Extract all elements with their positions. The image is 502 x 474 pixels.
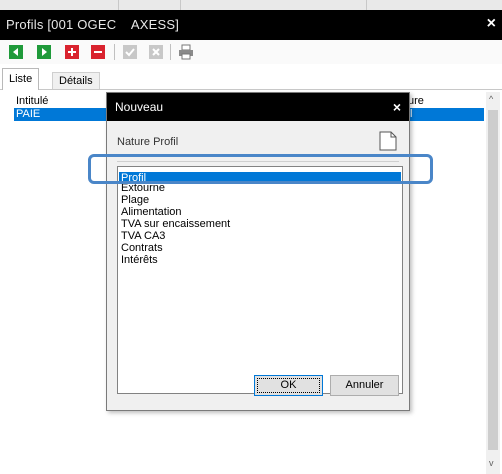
scroll-up-icon[interactable]: ^ [489, 94, 493, 104]
strip-separator [118, 0, 119, 10]
tab-bar: Liste Détails [0, 68, 502, 90]
tab-liste[interactable]: Liste [2, 68, 40, 90]
list-item-alimentation[interactable]: Alimentation [119, 206, 401, 218]
toolbar-separator [170, 44, 171, 60]
ok-label: OK [280, 379, 297, 391]
dialog-title-bar: Nouveau × [107, 93, 409, 121]
list-item-plage[interactable]: Plage [119, 194, 401, 206]
add-icon[interactable] [64, 44, 80, 60]
cancel-icon[interactable] [148, 44, 164, 60]
new-profile-dialog: Nouveau × Nature Profil Profil Extourne … [106, 92, 410, 411]
cancel-label: Annuler [345, 379, 384, 391]
toolbar [0, 40, 502, 64]
print-icon[interactable] [178, 44, 194, 60]
list-item-tva-encaissement[interactable]: TVA sur encaissement [119, 218, 401, 230]
window-close-button[interactable]: × [487, 15, 496, 33]
dialog-close-button[interactable]: × [393, 99, 401, 115]
cancel-button[interactable]: Annuler [330, 375, 399, 396]
window-title-bar: Profils [001 OGEC AXESS] × [0, 10, 502, 40]
list-item-contrats[interactable]: Contrats [119, 242, 401, 254]
row-intitule: PAIE [16, 108, 41, 120]
column-header-second[interactable]: ure [408, 95, 424, 107]
delete-icon[interactable] [90, 44, 106, 60]
list-item-interets[interactable]: Intérêts [119, 254, 401, 266]
window-title: Profils [001 OGEC AXESS] [6, 17, 180, 32]
strip-separator [180, 0, 181, 10]
ok-button[interactable]: OK [254, 375, 323, 396]
document-icon [379, 131, 397, 154]
tab-underline [0, 89, 502, 90]
next-icon[interactable] [36, 44, 52, 60]
vertical-scrollbar[interactable]: ^ v [486, 92, 500, 474]
nature-profil-label: Nature Profil [117, 136, 179, 148]
column-header-intitule[interactable]: Intitulé [16, 95, 48, 107]
strip-separator [366, 0, 367, 10]
validate-icon[interactable] [122, 44, 138, 60]
scroll-down-icon[interactable]: v [489, 458, 494, 468]
row-second: l [410, 108, 413, 120]
toolbar-separator [114, 44, 115, 60]
nature-profil-listbox[interactable]: Profil Extourne Plage Alimentation TVA s… [117, 166, 403, 394]
highlight-annotation [88, 154, 433, 184]
first-icon[interactable] [8, 44, 24, 60]
tab-details[interactable]: Détails [52, 72, 100, 90]
scrollbar-thumb[interactable] [488, 110, 498, 450]
dialog-title: Nouveau [115, 100, 164, 114]
list-item-tva-ca3[interactable]: TVA CA3 [119, 230, 401, 242]
